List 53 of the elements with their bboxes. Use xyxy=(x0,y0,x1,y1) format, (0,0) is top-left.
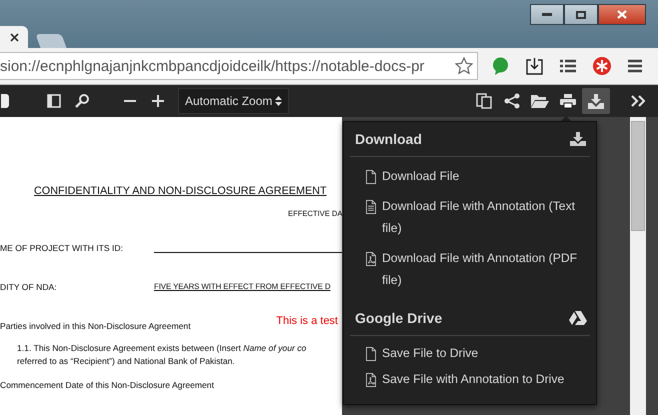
print-icon xyxy=(560,94,576,108)
close-icon xyxy=(10,32,18,42)
menu-item[interactable]: Download File xyxy=(364,161,590,191)
minus-icon xyxy=(124,100,136,102)
speech-bubble-icon xyxy=(492,56,509,76)
copy-pages-icon xyxy=(476,93,492,109)
pdf-document-icon xyxy=(364,249,378,269)
document-icon xyxy=(364,344,378,364)
menu-icon xyxy=(628,59,642,73)
menu-item[interactable]: Save File to Drive xyxy=(364,340,590,366)
close-button[interactable] xyxy=(598,4,646,25)
asterisk-badge-icon xyxy=(593,57,611,75)
download-icon xyxy=(569,131,587,147)
maximize-icon xyxy=(576,10,586,18)
list-icon xyxy=(560,59,576,73)
scrollbar[interactable] xyxy=(630,117,646,415)
minimize-button[interactable] xyxy=(530,4,564,25)
pdf-document-icon xyxy=(364,370,378,390)
address-bar[interactable]: sion://ecnphlgnajanjnkcmbpancdjoidceilk/https://notable-docs-pr xyxy=(0,52,478,80)
page-icon xyxy=(1,94,9,108)
annotation-text: This is a test xyxy=(276,315,339,327)
updown-arrows-icon xyxy=(275,96,282,106)
zoom-select[interactable]: Automatic Zoom xyxy=(178,88,290,114)
maximize-button[interactable] xyxy=(564,4,598,25)
drive-icon xyxy=(569,310,587,326)
menu-item[interactable]: Download File with Annotation (Text file) xyxy=(364,191,590,243)
section-heading: Commencement Date of this Non-Disclosure Agreement xyxy=(0,380,214,390)
chevrons-icon xyxy=(631,95,645,107)
minimize-icon xyxy=(542,12,552,16)
close-icon xyxy=(617,10,627,19)
plus-icon xyxy=(152,95,164,107)
field-label: DITY OF NDA: xyxy=(0,282,58,292)
paragraph-text: 1.1. This Non-Disclosure Agreement exists between (Insert Name of your co xyxy=(17,343,306,353)
browser-tab[interactable] xyxy=(0,26,28,48)
menu-section-title: Google Drive xyxy=(355,310,442,326)
document-icon xyxy=(364,167,378,187)
folder-icon xyxy=(531,94,549,108)
menu-item[interactable]: Download File with Annotation (PDF file) xyxy=(364,243,590,295)
download-tray-icon xyxy=(526,57,543,75)
new-tab-button[interactable] xyxy=(35,34,67,48)
sidebar-icon xyxy=(47,94,61,108)
menu-item[interactable]: Save File with Annotation to Drive xyxy=(364,366,590,392)
search-icon xyxy=(75,94,89,108)
document-title: CONFIDENTIALITY AND NON-DISCLOSURE AGREEMENT xyxy=(34,185,327,197)
share-icon xyxy=(504,93,520,109)
star-icon xyxy=(455,57,473,75)
field-label: ME OF PROJECT WITH ITS ID: xyxy=(0,243,124,253)
menu-section-title: Download xyxy=(355,131,422,147)
download-icon xyxy=(588,94,604,108)
section-heading: Parties involved in this Non-Disclosure Agreement xyxy=(0,321,191,331)
download-button[interactable] xyxy=(582,88,610,114)
paragraph-text: referred to as “Recipient”) and National Bank of Pakistan. xyxy=(17,356,235,366)
text-document-icon xyxy=(364,197,378,217)
